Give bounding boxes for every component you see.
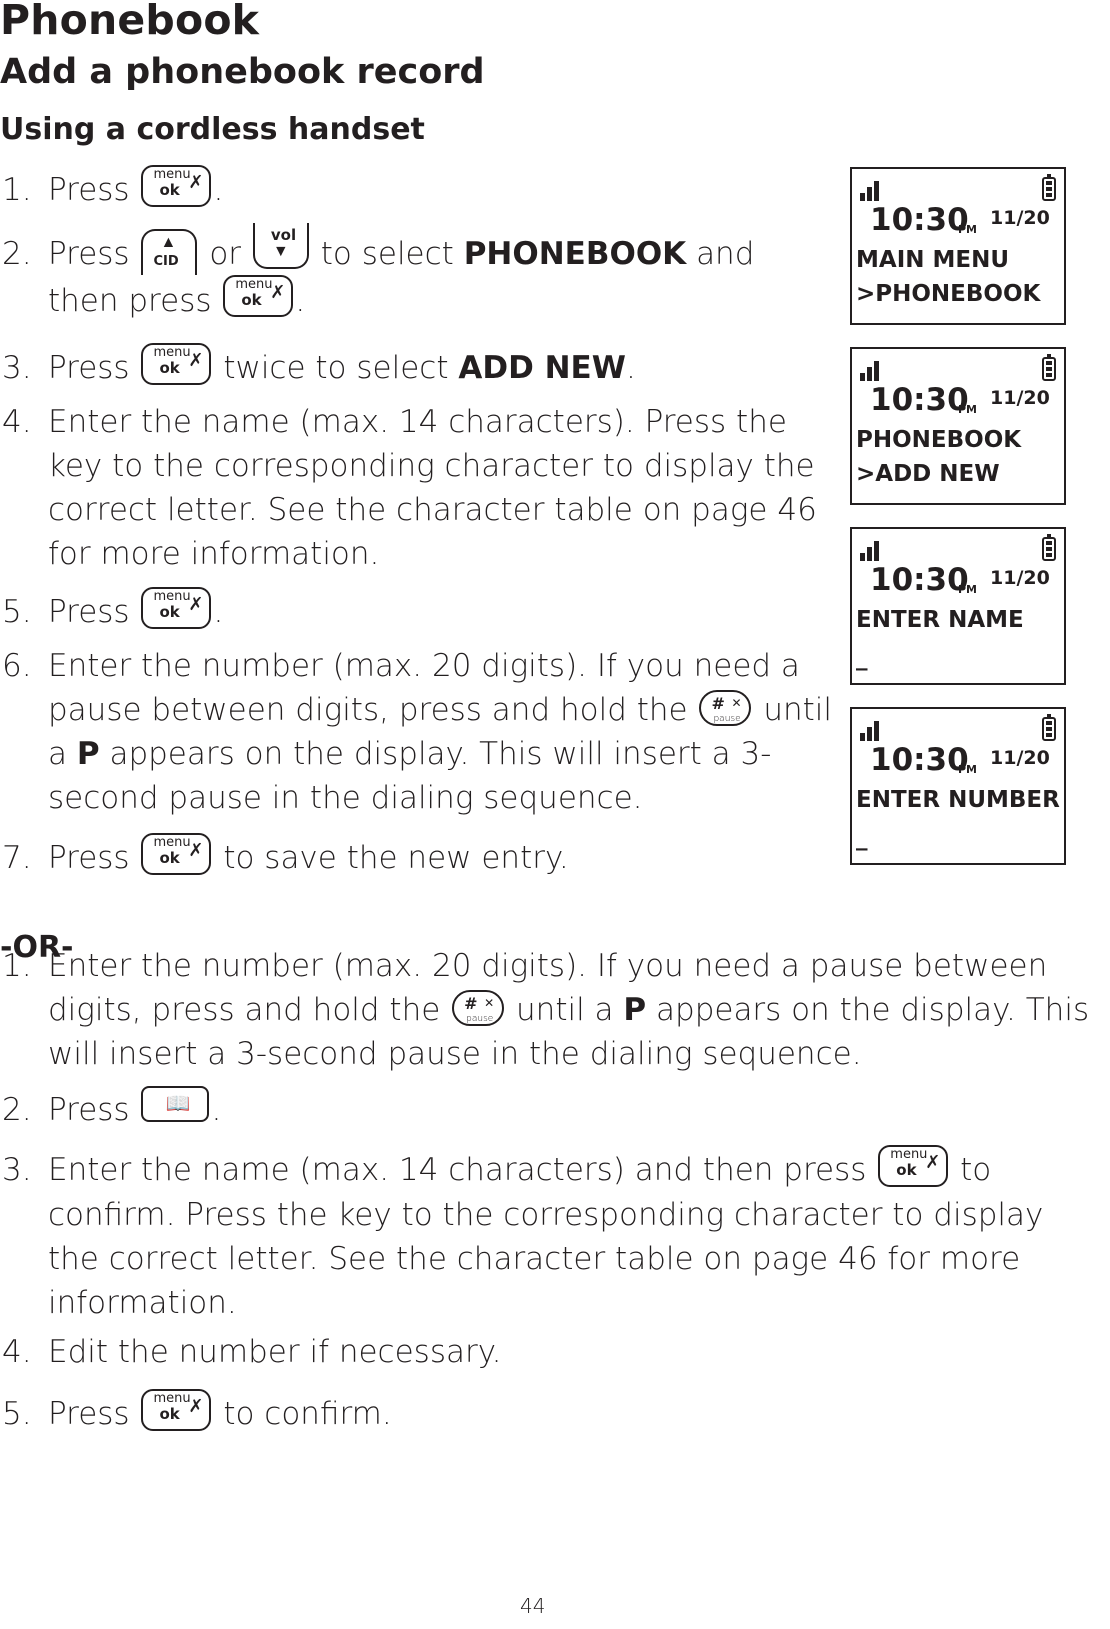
screen-date: 11/20: [990, 747, 1050, 769]
screen-ampm: PM: [958, 583, 978, 596]
signal-strength-icon: [860, 181, 882, 201]
screen-time: 10:30: [870, 742, 969, 778]
screen-time: 10:30: [870, 382, 969, 418]
screen-line-1: MAIN MENU: [856, 247, 1010, 273]
mute-mic-icon: ✗: [188, 349, 204, 371]
signal-strength-icon: [860, 541, 882, 561]
phonebook-key-icon: 📖: [141, 1085, 210, 1122]
menu-ok-key-icon: menu ok ✗: [141, 164, 212, 207]
screen-cursor: _: [856, 825, 868, 851]
menu-ok-key-icon: menu ok ✗: [141, 1388, 212, 1431]
mute-mic-icon: ✗: [925, 1151, 941, 1173]
mute-mic-icon: ✗: [188, 1395, 204, 1417]
book-icon: 📖: [165, 1090, 191, 1115]
screen-line-2: >ADD NEW: [856, 461, 1000, 487]
mute-mic-icon: ✗: [270, 282, 286, 303]
screen-line-1: PHONEBOOK: [856, 427, 1022, 453]
screen-ampm: PM: [958, 223, 978, 236]
screen-date: 11/20: [990, 567, 1050, 589]
battery-icon: [1042, 174, 1056, 201]
lcd-screen-enter-number: 10:30 PM 11/20 ENTER NUMBER _: [850, 707, 1066, 865]
menu-ok-key-icon: menu ok ✗: [141, 832, 212, 875]
signal-strength-icon: [860, 721, 882, 741]
section-title: Add a phonebook record: [0, 52, 485, 92]
screen-time: 10:30: [870, 562, 969, 598]
hash-pause-key-icon: # ✕ pause: [699, 689, 752, 726]
lcd-screen-main-menu: 10:30 PM 11/20 MAIN MENU >PHONEBOOK: [850, 167, 1066, 325]
menu-ok-key-icon: menu ok ✗: [141, 586, 212, 629]
screen-ampm: PM: [958, 763, 978, 776]
menu-ok-key-icon: menu ok ✗: [223, 275, 294, 317]
lcd-screen-phonebook: 10:30 PM 11/20 PHONEBOOK >ADD NEW: [850, 347, 1066, 505]
mute-mic-icon: ✗: [188, 839, 204, 861]
screen-time: 10:30: [870, 202, 969, 238]
lcd-screen-enter-name: 10:30 PM 11/20 ENTER NAME _: [850, 527, 1066, 685]
minus-down-arrow-icon: ▼: [272, 240, 289, 260]
ringer-off-icon: ✕: [731, 695, 742, 710]
signal-strength-icon: [860, 361, 882, 381]
screen-line-2: >PHONEBOOK: [856, 281, 1041, 307]
battery-icon: [1042, 354, 1056, 381]
screen-line-1: ENTER NUMBER: [856, 787, 1060, 813]
screen-date: 11/20: [990, 387, 1050, 409]
battery-icon: [1042, 534, 1056, 561]
screen-line-1: ENTER NAME: [856, 607, 1024, 633]
mute-mic-icon: ✗: [188, 171, 204, 193]
screen-cursor: _: [856, 645, 868, 671]
page-number: 44: [520, 1594, 546, 1618]
screen-ampm: PM: [958, 403, 978, 416]
hash-pause-key-icon: # ✕ pause: [452, 989, 505, 1026]
subsection-title: Using a cordless handset: [0, 112, 425, 147]
plus-up-arrow-icon: ▲: [160, 231, 177, 251]
ringer-off-icon: ✕: [484, 995, 495, 1010]
battery-icon: [1042, 714, 1056, 741]
menu-ok-key-icon: menu ok ✗: [141, 342, 212, 385]
page-title: Phonebook: [0, 0, 260, 44]
screen-date: 11/20: [990, 207, 1050, 229]
vol-down-key-icon: vol ▼: [252, 222, 309, 269]
menu-ok-key-icon: menu ok ✗: [878, 1144, 949, 1187]
mute-mic-icon: ✗: [188, 593, 204, 615]
cid-up-key-icon: ▲ CID: [141, 228, 198, 275]
